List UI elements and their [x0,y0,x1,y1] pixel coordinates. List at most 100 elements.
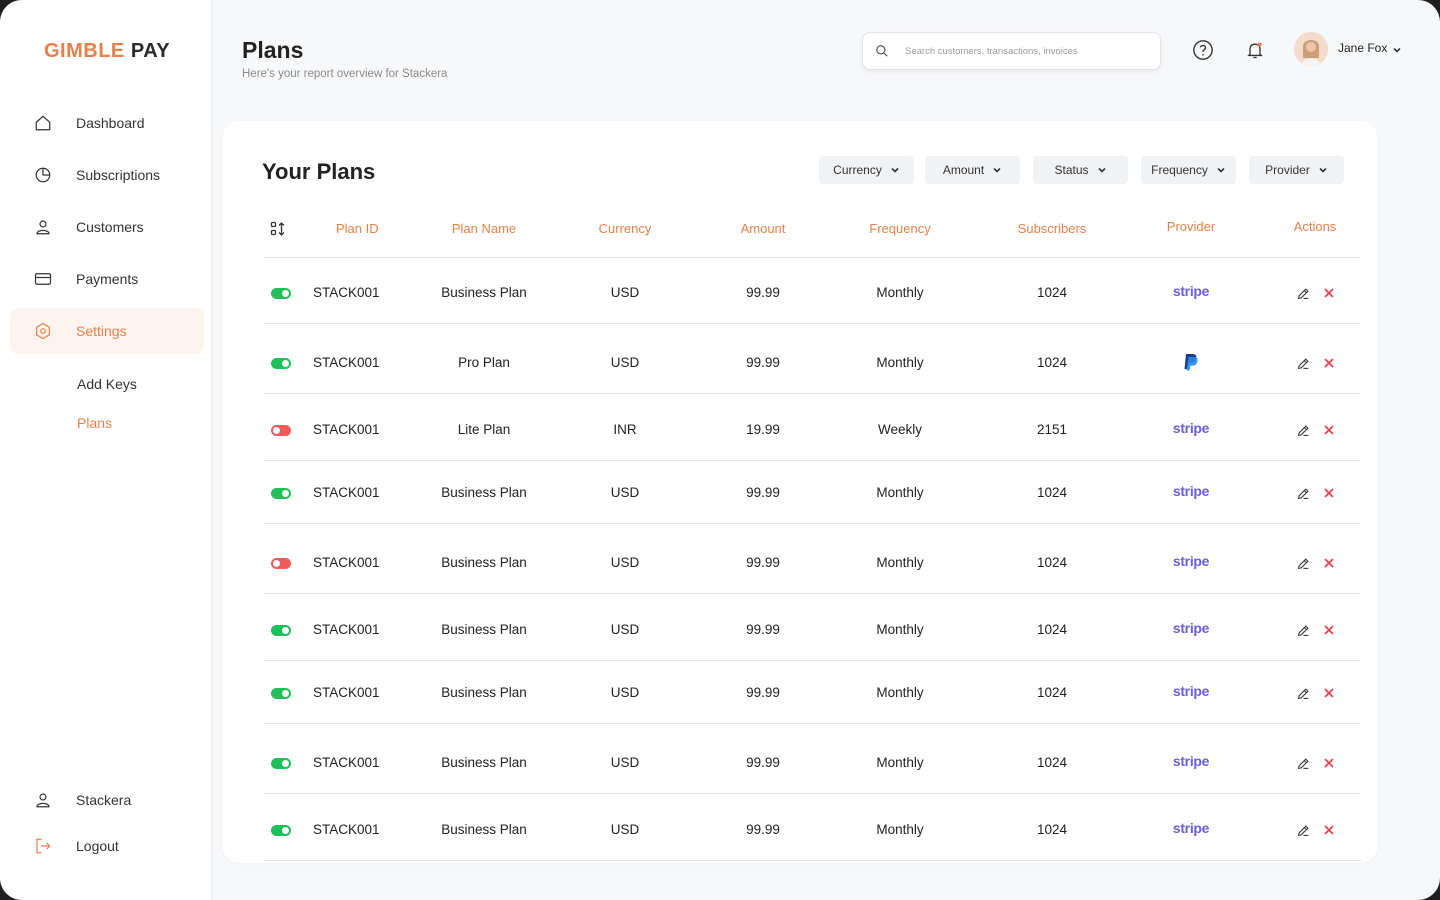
column-header-plan-name[interactable]: Plan Name [452,221,516,236]
edit-icon[interactable] [1296,423,1310,437]
cell-plan-id: STACK001 [313,755,380,770]
brand-logo[interactable]: GIMBLE PAY [44,40,170,63]
stripe-logo: stripe [1172,420,1210,436]
sidebar-item-label: Stackera [76,792,132,808]
sidebar-item-settings[interactable]: Settings [10,308,204,354]
sidebar-item-label: Settings [76,323,127,339]
cell-frequency: Monthly [876,285,924,300]
delete-icon[interactable] [1322,556,1336,570]
edit-icon[interactable] [1296,623,1310,637]
chevron-down-icon [1097,165,1107,175]
cell-plan-name: Business Plan [441,622,527,637]
status-toggle[interactable] [271,558,291,569]
cell-amount: 99.99 [746,485,780,500]
sidebar-item-stackera[interactable]: Stackera [10,777,204,823]
sidebar-subitem-plans[interactable]: Plans [77,415,112,431]
search-input[interactable] [905,45,1145,57]
sidebar-item-label: Payments [76,271,139,287]
app-window: GIMBLE PAY Dashboard Subscriptions Custo… [0,0,1440,900]
edit-icon[interactable] [1296,486,1310,500]
edit-icon[interactable] [1296,286,1310,300]
filter-status[interactable]: Status [1033,156,1128,184]
status-toggle[interactable] [271,425,291,436]
chevron-down-icon [890,165,900,175]
column-header-plan-id[interactable]: Plan ID [336,221,379,236]
cell-plan-name: Pro Plan [458,355,510,370]
column-header-provider[interactable]: Provider [1167,219,1215,234]
help-icon[interactable] [1192,39,1214,61]
search-box[interactable] [862,32,1161,70]
cell-frequency: Monthly [876,755,924,770]
cell-subscribers: 1024 [1036,622,1068,637]
user-icon [32,789,54,811]
filter-label: Currency [833,163,882,177]
edit-icon[interactable] [1296,556,1310,570]
column-header-frequency[interactable]: Frequency [869,221,930,236]
cell-plan-name: Business Plan [441,755,527,770]
status-toggle[interactable] [271,488,291,499]
status-toggle[interactable] [271,358,291,369]
stripe-logo: stripe [1172,820,1210,836]
chevron-down-icon[interactable] [1392,42,1402,53]
cell-frequency: Monthly [876,622,924,637]
cell-plan-name: Business Plan [441,285,527,300]
sidebar-item-subscriptions[interactable]: Subscriptions [10,152,204,198]
cell-subscribers: 2151 [1036,422,1068,437]
cell-plan-id: STACK001 [313,422,380,437]
status-toggle[interactable] [271,688,291,699]
delete-icon[interactable] [1322,423,1336,437]
delete-icon[interactable] [1322,686,1336,700]
cell-subscribers: 1024 [1036,685,1068,700]
divider [264,660,1361,661]
delete-icon[interactable] [1322,756,1336,770]
cell-plan-id: STACK001 [313,622,380,637]
status-toggle[interactable] [271,625,291,636]
cell-amount: 99.99 [746,285,780,300]
cell-currency: USD [610,485,640,500]
status-toggle[interactable] [271,758,291,769]
column-header-currency[interactable]: Currency [599,221,652,236]
cell-plan-name: Business Plan [441,555,527,570]
sidebar-item-customers[interactable]: Customers [10,204,204,250]
divider [264,393,1361,394]
home-icon [32,112,54,134]
filter-label: Frequency [1151,163,1208,177]
status-toggle[interactable] [271,825,291,836]
edit-icon[interactable] [1296,756,1310,770]
delete-icon[interactable] [1322,623,1336,637]
cell-plan-id: STACK001 [313,285,380,300]
chevron-down-icon [1216,165,1226,175]
sidebar-item-dashboard[interactable]: Dashboard [10,100,204,146]
cell-frequency: Monthly [876,355,924,370]
delete-icon[interactable] [1322,286,1336,300]
edit-icon[interactable] [1296,686,1310,700]
status-toggle[interactable] [271,288,291,299]
cell-amount: 19.99 [746,422,780,437]
delete-icon[interactable] [1322,356,1336,370]
notification-bell-icon[interactable] [1244,39,1266,61]
user-name[interactable]: Jane Fox [1338,41,1387,55]
cell-amount: 99.99 [746,822,780,837]
sidebar-subitem-add-keys[interactable]: Add Keys [77,376,137,392]
page-subtitle: Here's your report overview for Stackera [242,68,448,80]
sidebar-item-payments[interactable]: Payments [10,256,204,302]
edit-icon[interactable] [1296,356,1310,370]
plans-card: Your Plans Currency Amount Status Freque… [222,121,1378,863]
logout-icon [32,835,54,857]
sidebar-item-logout[interactable]: Logout [10,823,204,869]
filter-provider[interactable]: Provider [1249,156,1344,184]
column-header-amount[interactable]: Amount [741,221,786,236]
delete-icon[interactable] [1322,486,1336,500]
filter-amount[interactable]: Amount [925,156,1020,184]
filter-currency[interactable]: Currency [819,156,914,184]
pie-chart-icon [32,164,54,186]
column-settings-icon[interactable] [270,221,286,237]
cell-plan-name: Business Plan [441,822,527,837]
edit-icon[interactable] [1296,823,1310,837]
avatar[interactable] [1294,32,1328,66]
sidebar-item-label: Subscriptions [76,167,161,183]
column-header-subscribers[interactable]: Subscribers [1018,221,1087,236]
delete-icon[interactable] [1322,823,1336,837]
cell-subscribers: 1024 [1036,555,1068,570]
filter-frequency[interactable]: Frequency [1141,156,1236,184]
